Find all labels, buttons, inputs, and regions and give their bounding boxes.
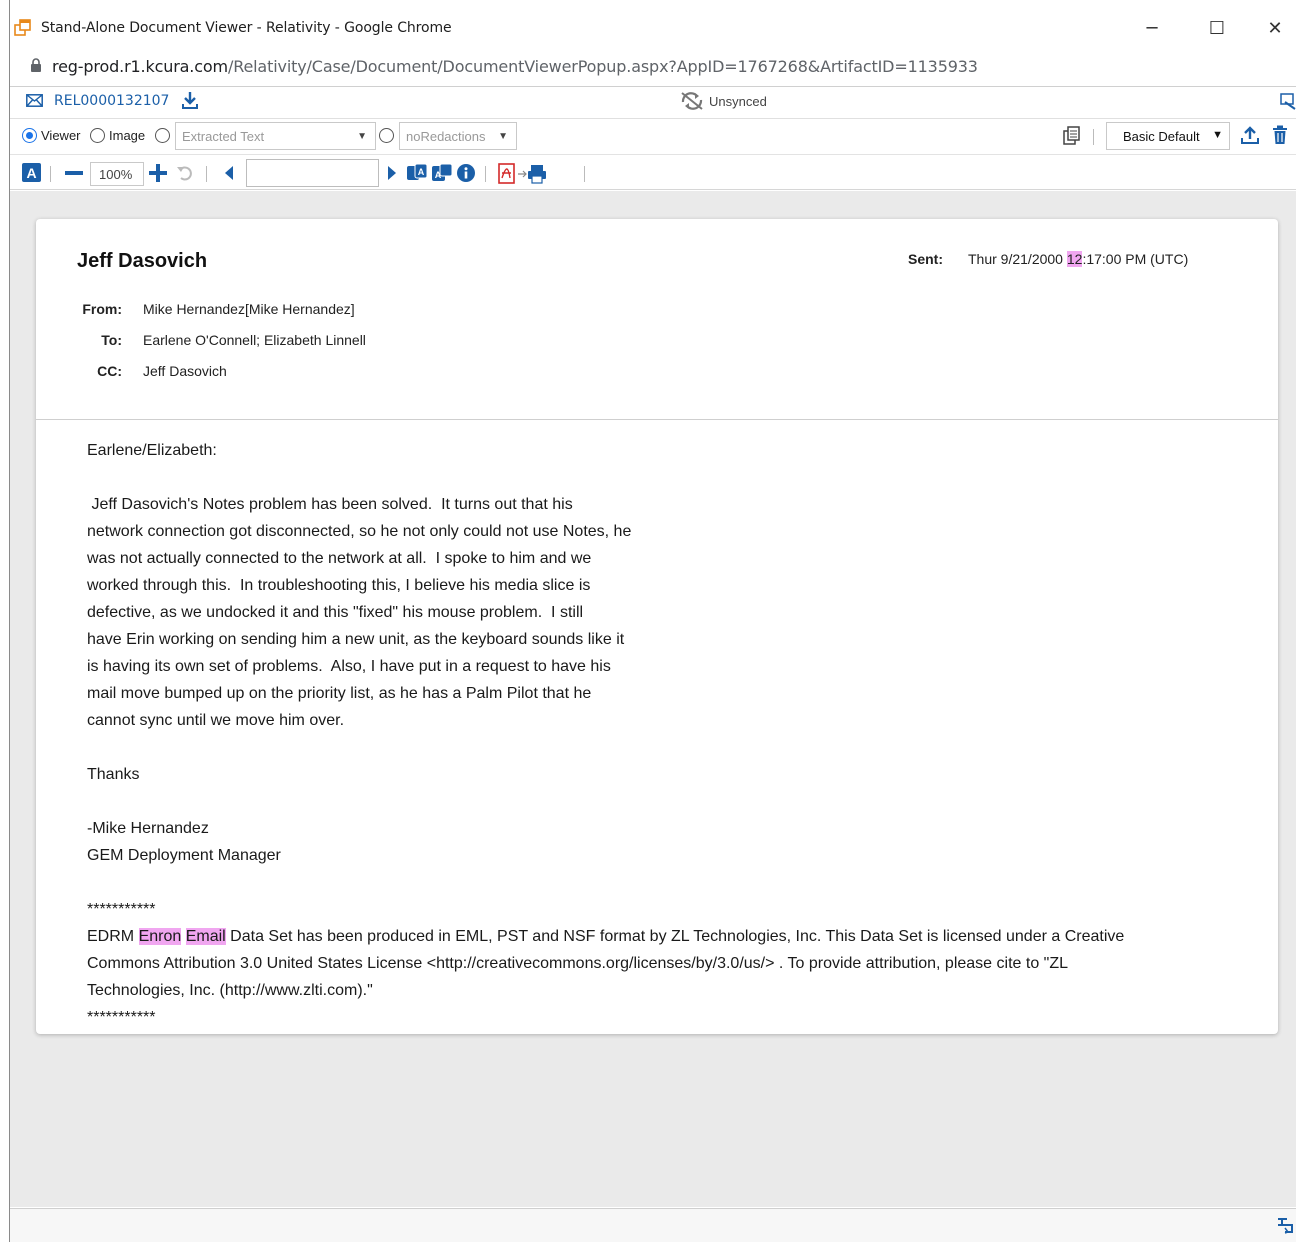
separator: [1093, 129, 1094, 145]
separator: [206, 166, 207, 182]
email-body-intro: Earlene/Elizabeth: Jeff Dasovich's Notes…: [87, 442, 632, 945]
document-viewer-pane: Jeff Dasovich Sent: Thur 9/21/2000 12:17…: [10, 191, 1296, 1207]
dock-icon[interactable]: [1276, 1216, 1294, 1234]
minimize-button[interactable]: ─: [1132, 10, 1172, 46]
redaction-set-value: noRedactions: [406, 129, 486, 144]
chevron-down-icon: ▼: [1212, 129, 1223, 141]
email-body-outro: Data Set has been produced in EML, PST a…: [87, 928, 1125, 1026]
document-header-bar: REL0000132107 Unsynced: [10, 86, 1296, 116]
separator: [50, 166, 51, 182]
zoom-input[interactable]: 100%: [90, 162, 144, 186]
close-button[interactable]: ✕: [1255, 10, 1295, 46]
search-hit-highlight: Enron: [138, 928, 182, 945]
text-radio[interactable]: [155, 128, 170, 143]
viewer-radio[interactable]: [22, 128, 37, 143]
image-radio-label[interactable]: Image: [109, 128, 145, 143]
svg-text:A: A: [418, 167, 425, 177]
view-mode-bar: Viewer Image Extracted Text ▼ noRedactio…: [10, 118, 1296, 152]
redaction-radio[interactable]: [379, 128, 394, 143]
sent-value: Thur 9/21/2000 12:17:00 PM (UTC): [968, 251, 1188, 267]
sent-label: Sent:: [908, 251, 943, 267]
email-sender-name: Jeff Dasovich: [77, 250, 208, 272]
prev-page-icon[interactable]: [225, 166, 233, 180]
image-radio[interactable]: [90, 128, 105, 143]
pdf-print-icon[interactable]: [498, 163, 554, 184]
from-label: From:: [82, 301, 122, 317]
layout-value: Basic Default: [1123, 129, 1200, 144]
upload-icon[interactable]: [1240, 125, 1260, 145]
svg-text:A: A: [26, 165, 36, 181]
download-icon[interactable]: [181, 90, 199, 110]
address-bar[interactable]: reg-prod.r1.kcura.com/Relativity/Case/Do…: [10, 55, 1296, 83]
document-identifier: REL0000132107: [54, 93, 170, 109]
window-title: Stand-Alone Document Viewer - Relativity…: [41, 20, 452, 36]
viewer-toolbar: A 100% A A: [10, 154, 1296, 190]
trash-icon[interactable]: [1272, 125, 1288, 145]
mail-icon: [26, 94, 43, 107]
rotate-icon[interactable]: [176, 164, 194, 182]
zoom-out-icon[interactable]: [65, 171, 83, 175]
svg-text:A: A: [435, 170, 442, 180]
translate-icon[interactable]: A: [407, 164, 427, 182]
status-bar: [10, 1208, 1296, 1242]
copy-fields-icon[interactable]: [1062, 126, 1082, 146]
email-body: Earlene/Elizabeth: Jeff Dasovich's Notes…: [87, 437, 1227, 1031]
chevron-down-icon: ▼: [357, 131, 367, 142]
url-path: /Relativity/Case/Document/DocumentViewer…: [227, 57, 978, 76]
page-number-input[interactable]: [246, 159, 379, 187]
maximize-button[interactable]: ☐: [1197, 10, 1237, 46]
cc-label: CC:: [97, 363, 122, 379]
next-page-icon[interactable]: [388, 166, 396, 180]
text-toggle-icon[interactable]: A: [22, 163, 41, 182]
search-hit-highlight: Email: [185, 928, 226, 945]
info-icon[interactable]: [457, 164, 475, 182]
app-window-icon: [14, 19, 31, 36]
text-source-select[interactable]: Extracted Text ▼: [175, 122, 376, 150]
persistent-highlight-icon[interactable]: A: [432, 164, 452, 182]
to-value: Earlene O'Connell; Elizabeth Linnell: [143, 332, 366, 348]
redaction-set-select[interactable]: noRedactions ▼: [399, 122, 517, 150]
chevron-down-icon: ▼: [498, 131, 508, 142]
viewer-radio-label[interactable]: Viewer: [41, 128, 81, 143]
text-source-value: Extracted Text: [182, 129, 265, 144]
browser-window: Stand-Alone Document Viewer - Relativity…: [9, 0, 1296, 1242]
unsynced-icon: [679, 92, 705, 110]
layout-select[interactable]: Basic Default ▼: [1106, 122, 1230, 150]
header-divider: [36, 419, 1278, 420]
separator: [584, 166, 585, 182]
zoom-in-icon[interactable]: [149, 164, 167, 182]
sent-time: :17:00 PM (UTC): [1082, 251, 1189, 267]
to-label: To:: [101, 332, 122, 348]
separator: [485, 166, 486, 182]
from-value: Mike Hernandez[Mike Hernandez]: [143, 301, 355, 317]
popout-icon[interactable]: [1280, 92, 1296, 110]
cc-value: Jeff Dasovich: [143, 363, 227, 379]
email-document: Jeff Dasovich Sent: Thur 9/21/2000 12:17…: [36, 219, 1278, 1034]
sent-date: Thur 9/21/2000: [968, 251, 1067, 267]
url-text[interactable]: reg-prod.r1.kcura.com/Relativity/Case/Do…: [52, 57, 978, 76]
sync-status: Unsynced: [709, 94, 767, 109]
url-host: reg-prod.r1.kcura.com: [52, 57, 228, 76]
lock-icon: [30, 58, 42, 73]
title-bar: Stand-Alone Document Viewer - Relativity…: [10, 0, 1296, 55]
search-hit-highlight: 12: [1066, 251, 1083, 267]
